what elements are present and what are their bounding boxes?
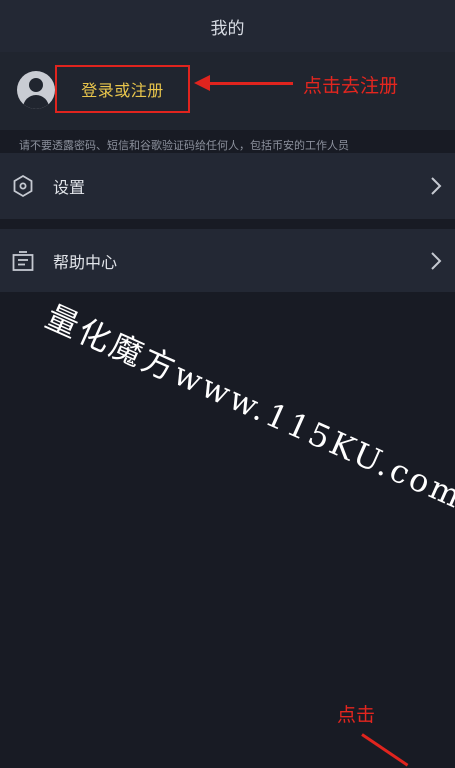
avatar-icon[interactable] <box>17 71 55 109</box>
annotation-click-text: 点击 <box>337 704 376 726</box>
chevron-right-icon <box>431 177 442 195</box>
login-register-label: 登录或注册 <box>81 81 164 100</box>
avatar-body <box>23 95 49 109</box>
chevron-right-icon <box>431 251 442 270</box>
menu-item-settings[interactable]: 设置 <box>0 153 455 219</box>
annotation-arrow-down-right <box>361 733 409 767</box>
watermark-text: 量化魔方www.115KU.com <box>40 297 455 517</box>
help-center-icon <box>12 250 34 271</box>
login-register-button[interactable]: 登录或注册 <box>55 65 190 113</box>
annotation-arrow-line <box>201 82 293 85</box>
menu-item-help-center[interactable]: 帮助中心 <box>0 229 455 292</box>
profile-section: 登录或注册 点击去注册 <box>0 52 455 130</box>
annotation-arrow-head <box>194 75 210 91</box>
menu-item-help-center-label: 帮助中心 <box>53 252 118 272</box>
settings-hexagon-icon <box>13 174 33 198</box>
page: 我的 登录或注册 点击去注册 请不要透露密码、短信和谷歌验证码给任何人，包括币安… <box>0 0 455 768</box>
annotation-register-text: 点击去注册 <box>303 75 399 97</box>
menu-item-settings-label: 设置 <box>53 178 86 197</box>
security-warning: 请不要透露密码、短信和谷歌验证码给任何人，包括币安的工作人员 <box>19 139 349 152</box>
page-title: 我的 <box>210 18 245 39</box>
avatar-head <box>29 78 43 92</box>
page-header: 我的 <box>0 0 455 52</box>
